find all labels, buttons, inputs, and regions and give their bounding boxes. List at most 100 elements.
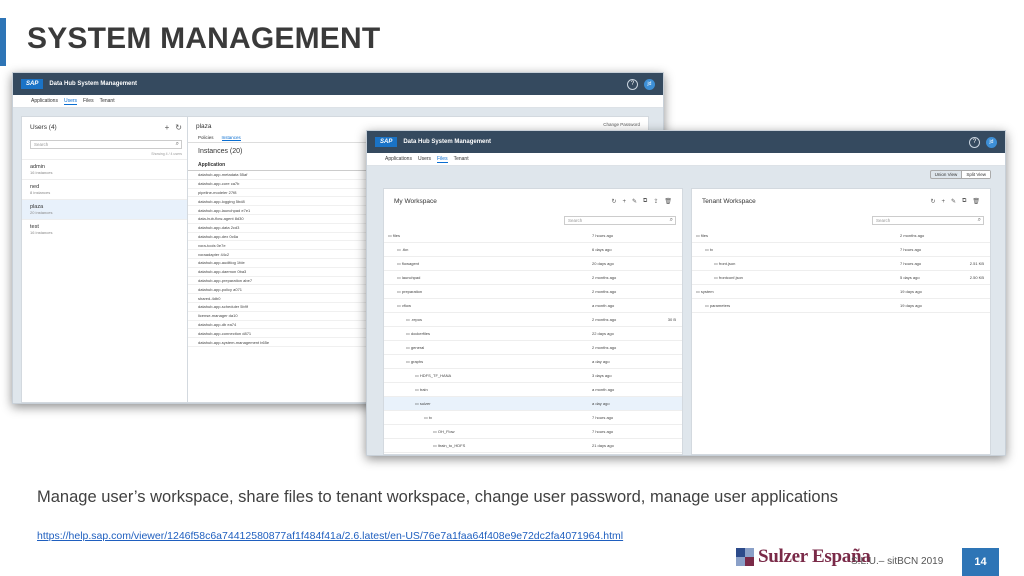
file-row[interactable]: ▭ front.json 7 hours ago 2.51 KB <box>692 257 990 271</box>
file-row[interactable]: ▭ dockerfiles 22 days ago <box>384 327 682 341</box>
file-row[interactable]: ▭ train a month ago <box>384 383 682 397</box>
tab-tenant[interactable]: Tenant <box>454 156 469 162</box>
file-row[interactable]: ▭ files 7 hours ago <box>384 229 682 243</box>
file-name: ▭ preparation <box>397 289 423 294</box>
refresh-icon[interactable]: ↻ <box>931 198 936 205</box>
file-row[interactable]: ▭ sulzer a day ago <box>384 397 682 411</box>
file-row[interactable]: ▭ parameters 19 days ago <box>692 299 990 313</box>
tab-users[interactable]: Users <box>63 98 78 105</box>
tab-instances[interactable]: Instances <box>221 135 241 141</box>
file-name: ▭ front.json <box>714 261 736 266</box>
file-date: a month ago <box>592 303 615 308</box>
view-toggle: Union View Split View <box>929 170 991 179</box>
file-date: 7 hours ago <box>900 247 922 252</box>
tab-applications[interactable]: Applications <box>385 156 412 162</box>
file-name: ▭ tx <box>424 415 433 420</box>
file-name: ▭ tx <box>705 247 714 252</box>
file-date: a month ago <box>592 387 615 392</box>
share-icon[interactable]: ⇪ <box>653 198 658 205</box>
copy-icon[interactable]: ⧉ <box>643 198 647 205</box>
search-input[interactable]: Search ⌕ <box>564 216 676 225</box>
file-row[interactable]: ▭ preparation 2 months ago <box>384 285 682 299</box>
change-password-button[interactable]: Change Password <box>603 122 640 127</box>
user-item-ned[interactable]: ned 8 instances <box>22 179 190 199</box>
file-row[interactable]: ▭ files 2 months ago <box>692 229 990 243</box>
help-icon[interactable]: ? <box>627 78 638 90</box>
file-row[interactable]: ▭ HDFS_TF_HANA 3 days ago <box>384 369 682 383</box>
file-row[interactable]: ▭ .repos 2 months ago 30 B <box>384 313 682 327</box>
file-row[interactable]: ▭ vflow a month ago <box>384 299 682 313</box>
search-icon: ⌕ <box>669 217 673 223</box>
my-workspace-panel: My Workspace ↻ + ✎ ⧉ ⇪ 🗑 Search ⌕ ▭ files… <box>383 188 683 455</box>
file-date: 6 days ago <box>592 247 612 252</box>
file-size: 30 B <box>667 317 676 322</box>
file-name: ▭ parameters <box>705 303 731 308</box>
file-name: ▭ flowagent <box>397 261 420 266</box>
file-name: ▭ frontconf.json <box>714 275 743 280</box>
file-date: 21 days ago <box>592 443 614 448</box>
file-row[interactable]: ▭ graphs a day ago <box>384 355 682 369</box>
slide-description: Manage user’s workspace, share files to … <box>37 488 838 506</box>
tab-users[interactable]: Users <box>418 156 431 162</box>
search-input[interactable]: Search ⌕ <box>30 140 182 149</box>
file-row[interactable]: ▭ frontconf.json 5 days ago 2.50 KB <box>692 271 990 285</box>
avatar[interactable]: jd <box>644 78 655 90</box>
help-icon[interactable]: ? <box>969 136 980 148</box>
my-files-list: ▭ files 7 hours ago ▭ .tkn 6 days ago ▭ flow… <box>384 229 682 453</box>
file-row[interactable]: ▭ .tkn 6 days ago <box>384 243 682 257</box>
split-view-button[interactable]: Split View <box>961 171 990 178</box>
file-row[interactable]: ▭ flowagent 20 days ago <box>384 257 682 271</box>
app-title[interactable]: Data Hub System Management <box>49 81 619 87</box>
user-item-admin[interactable]: admin 16 instances <box>22 159 190 179</box>
help-link[interactable]: https://help.sap.com/viewer/1246f58c6a74… <box>37 530 623 542</box>
search-icon: ⌕ <box>977 217 981 223</box>
file-name: ▭ dockerfiles <box>406 331 431 336</box>
search-input[interactable]: Search ⌕ <box>872 216 984 225</box>
file-date: 20 days ago <box>592 261 614 266</box>
tab-files[interactable]: Files <box>437 156 448 163</box>
slide-title: SYSTEM MANAGEMENT <box>27 22 381 55</box>
add-icon[interactable]: + <box>165 123 170 132</box>
nav-tabs: Applications Users Files Tenant <box>13 95 663 108</box>
edit-icon[interactable]: ✎ <box>632 198 637 205</box>
refresh-icon[interactable]: ↻ <box>175 123 182 132</box>
tab-tenant[interactable]: Tenant <box>100 98 115 104</box>
file-row[interactable]: ▭ tx 7 hours ago <box>692 243 990 257</box>
users-header: Users (4) + ↻ <box>30 123 182 132</box>
add-icon[interactable]: + <box>942 199 946 205</box>
shell-bar: SAP Data Hub System Management ? jd <box>367 131 1005 153</box>
refresh-icon[interactable]: ↻ <box>611 198 616 205</box>
file-date: 2 months ago <box>592 289 617 294</box>
add-icon[interactable]: + <box>623 199 627 205</box>
file-name: ▭ vflow <box>397 303 412 308</box>
file-row[interactable]: ▭ general 2 months ago <box>384 341 682 355</box>
edit-icon[interactable]: ✎ <box>951 198 956 205</box>
tab-applications[interactable]: Applications <box>31 98 58 104</box>
file-row[interactable]: ▭ launchpad 2 months ago <box>384 271 682 285</box>
sap-logo: SAP <box>21 79 44 89</box>
nav-tabs: Applications Users Files Tenant <box>367 153 1005 166</box>
tab-policies[interactable]: Policies <box>198 135 214 140</box>
file-name: ▭ OH_Flow <box>433 429 455 434</box>
user-item-test[interactable]: test 16 instances <box>22 219 190 239</box>
tab-files[interactable]: Files <box>83 98 94 104</box>
delete-icon[interactable]: 🗑 <box>972 198 980 205</box>
file-size: 2.51 KB <box>969 261 984 266</box>
file-row[interactable]: ▭ OH_Flow 7 hours ago <box>384 425 682 439</box>
avatar[interactable]: jd <box>986 136 997 148</box>
file-date: a day ago <box>592 359 610 364</box>
file-row[interactable]: ▭ ltrain_to_HDFS 21 days ago <box>384 439 682 453</box>
app-title[interactable]: Data Hub System Management <box>403 139 961 145</box>
delete-icon[interactable]: 🗑 <box>664 198 672 205</box>
file-date: 7 hours ago <box>900 261 922 266</box>
file-name: ▭ general <box>406 345 425 350</box>
file-name: ▭ launchpad <box>397 275 421 280</box>
union-view-button[interactable]: Union View <box>931 171 962 178</box>
user-item-plaza[interactable]: plaza 20 instances <box>22 199 190 219</box>
brand-icon <box>736 548 754 566</box>
file-name: ▭ HDFS_TF_HANA <box>415 373 452 378</box>
file-row[interactable]: ▭ tx 7 hours ago <box>384 411 682 425</box>
file-name: ▭ sulzer <box>415 401 431 406</box>
file-row[interactable]: ▭ system 19 days ago <box>692 285 990 299</box>
copy-icon[interactable]: ⧉ <box>962 198 966 205</box>
